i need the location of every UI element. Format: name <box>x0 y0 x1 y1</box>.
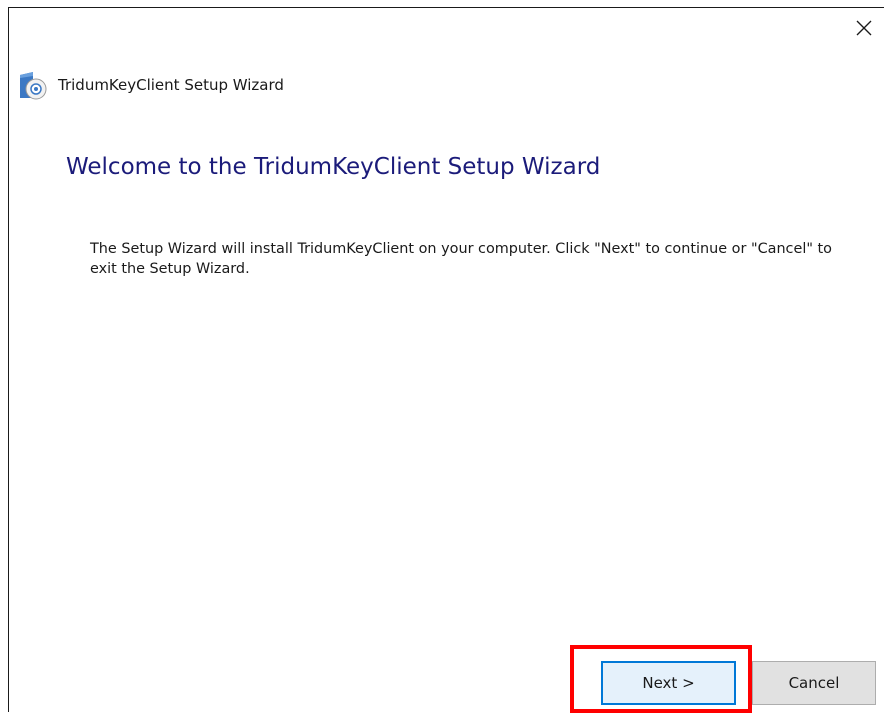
next-button[interactable]: Next > <box>601 661 736 705</box>
setup-disc-icon <box>20 72 47 100</box>
title-bar: TridumKeyClient Setup Wizard <box>17 70 284 100</box>
welcome-heading: Welcome to the TridumKeyClient Setup Wiz… <box>66 154 601 180</box>
close-button[interactable] <box>844 8 884 48</box>
setup-wizard-window: TridumKeyClient Setup Wizard Welcome to … <box>8 7 884 713</box>
close-icon <box>856 20 872 36</box>
cancel-button[interactable]: Cancel <box>752 661 876 705</box>
description-text: The Setup Wizard will install TridumKeyC… <box>90 241 832 277</box>
window-title: TridumKeyClient Setup Wizard <box>58 76 284 94</box>
